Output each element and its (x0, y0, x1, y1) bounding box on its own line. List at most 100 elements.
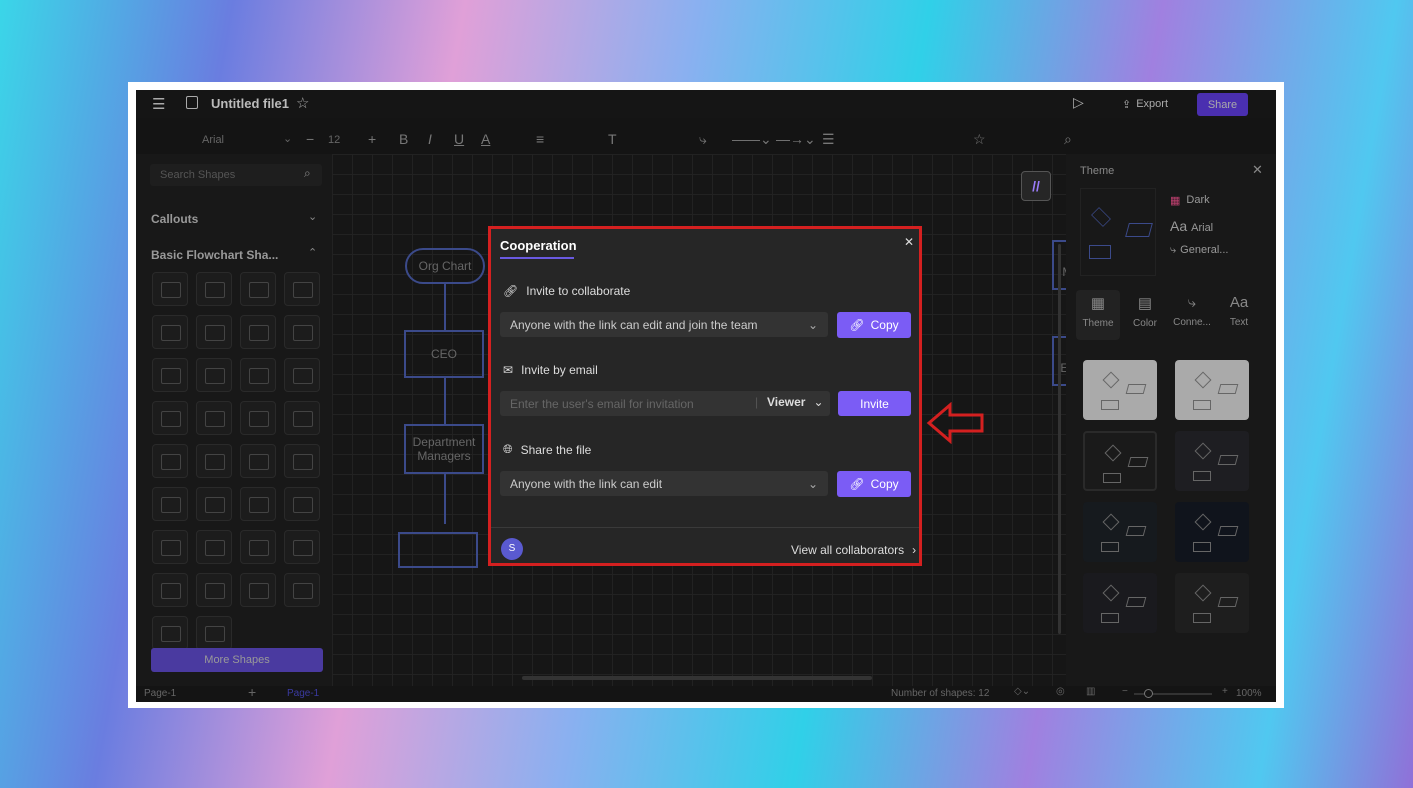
search-shapes-input[interactable]: Search Shapes (150, 164, 322, 186)
shape-item[interactable] (152, 401, 188, 435)
shape-item[interactable] (196, 272, 232, 306)
node-empty[interactable] (398, 532, 478, 568)
zoom-out-icon[interactable]: − (1122, 686, 1128, 697)
share-button[interactable]: Share (1197, 93, 1248, 116)
zoom-slider[interactable] (1134, 689, 1212, 698)
theme-color-item[interactable]: ▦ Dark (1170, 194, 1210, 207)
zoom-in-icon[interactable]: + (1222, 686, 1228, 697)
close-icon[interactable]: ✕ (1252, 162, 1263, 178)
arrow-style-icon[interactable]: —→⌄ (776, 131, 816, 148)
font-size-select[interactable]: 12 (328, 134, 340, 146)
shape-item[interactable] (284, 444, 320, 478)
bold-icon[interactable]: B (399, 131, 408, 147)
play-icon[interactable]: ▷ (1073, 94, 1084, 111)
shape-item[interactable] (152, 530, 188, 564)
shape-item[interactable] (152, 315, 188, 349)
shape-item[interactable] (152, 444, 188, 478)
theme-thumbnail[interactable] (1175, 502, 1249, 562)
shape-item[interactable] (196, 487, 232, 521)
shape-item[interactable] (240, 530, 276, 564)
file-title[interactable]: Untitled file1 (211, 96, 289, 111)
horizontal-scrollbar[interactable] (522, 676, 872, 680)
book-icon[interactable]: ▥ (1086, 686, 1095, 697)
font-select[interactable]: Arial (202, 134, 224, 146)
shape-item[interactable] (152, 272, 188, 306)
zoom-slider-handle[interactable] (1144, 689, 1153, 698)
shape-item[interactable] (196, 616, 232, 650)
theme-connector-item[interactable]: ⤷ General... (1170, 244, 1228, 257)
chevron-down-icon[interactable]: ⌄ (308, 210, 317, 223)
distribute-icon[interactable]: ☰ (822, 131, 835, 148)
section-callouts[interactable]: Callouts (151, 212, 198, 226)
view-all-collaborators-link[interactable]: View all collaborators › (791, 543, 916, 557)
shape-item[interactable] (240, 315, 276, 349)
ai-assistant-icon[interactable]: // (1021, 171, 1051, 201)
theme-thumbnail[interactable] (1083, 502, 1157, 562)
font-color-icon[interactable]: A (481, 131, 490, 147)
shape-item[interactable] (240, 573, 276, 607)
more-shapes-button[interactable]: More Shapes (151, 648, 323, 672)
menu-icon[interactable]: ☰ (152, 95, 165, 113)
theme-tab-2[interactable]: ⤷ Conne... (1170, 290, 1214, 340)
decrease-size-icon[interactable]: − (306, 131, 314, 147)
theme-tab-3[interactable]: Aa Text (1217, 290, 1261, 340)
align-icon[interactable]: ≡ (536, 131, 544, 147)
shape-item[interactable] (152, 573, 188, 607)
shape-item[interactable] (284, 272, 320, 306)
underline-icon[interactable]: U (454, 131, 464, 147)
copy-share-link-button[interactable]: 🔗︎ Copy (837, 471, 911, 497)
shape-item[interactable] (196, 444, 232, 478)
role-select[interactable]: Viewer ⌄ (767, 395, 824, 409)
vertical-scrollbar[interactable] (1058, 244, 1061, 634)
shape-item[interactable] (196, 530, 232, 564)
avatar[interactable]: S (501, 538, 523, 560)
shape-item[interactable] (284, 487, 320, 521)
focus-icon[interactable]: ◎ (1056, 686, 1065, 697)
theme-thumbnail[interactable] (1083, 431, 1157, 491)
export-button[interactable]: ⇪ Export (1122, 94, 1168, 114)
shape-item[interactable] (284, 401, 320, 435)
save-icon[interactable] (186, 96, 198, 109)
connector-icon[interactable]: ⤷ (699, 131, 707, 148)
page-tab[interactable]: Page-1 (287, 688, 319, 699)
theme-tab-0[interactable]: ▦ Theme (1076, 290, 1120, 340)
shape-item[interactable] (284, 358, 320, 392)
shape-item[interactable] (240, 272, 276, 306)
node-org-chart[interactable]: Org Chart (405, 248, 485, 284)
layers-icon[interactable]: ◇⌄ (1014, 686, 1030, 697)
section-basic-flowchart[interactable]: Basic Flowchart Sha... (151, 248, 278, 262)
zoom-level[interactable]: 100% (1236, 688, 1262, 699)
node-ceo[interactable]: CEO (404, 330, 484, 378)
shape-item[interactable] (152, 487, 188, 521)
share-permission-select[interactable]: Anyone with the link can edit ⌄ (500, 471, 828, 496)
node-department-managers[interactable]: Department Managers (404, 424, 484, 474)
theme-thumbnail[interactable] (1175, 360, 1249, 420)
shape-item[interactable] (240, 358, 276, 392)
shape-item[interactable] (196, 315, 232, 349)
theme-thumbnail[interactable] (1083, 360, 1157, 420)
close-icon[interactable]: ✕ (904, 235, 914, 249)
increase-size-icon[interactable]: + (368, 131, 376, 147)
shape-item[interactable] (196, 401, 232, 435)
page-select[interactable]: Page-1 (144, 688, 176, 699)
collab-permission-select[interactable]: Anyone with the link can edit and join t… (500, 312, 828, 337)
shape-item[interactable] (152, 616, 188, 650)
add-page-icon[interactable]: + (248, 684, 256, 700)
dialog-title[interactable]: Cooperation (500, 238, 577, 253)
chevron-down-icon[interactable]: ⌄ (283, 132, 292, 145)
shape-item[interactable] (240, 401, 276, 435)
theme-font-item[interactable]: Aa Arial (1170, 218, 1213, 234)
text-icon[interactable]: T (608, 131, 617, 147)
shape-item[interactable] (240, 444, 276, 478)
shape-item[interactable] (240, 487, 276, 521)
find-icon[interactable]: ⌕ (1064, 131, 1072, 148)
shape-item[interactable] (284, 530, 320, 564)
copy-collab-link-button[interactable]: 🔗︎ Copy (837, 312, 911, 338)
effects-icon[interactable]: ☆ (973, 131, 986, 148)
shape-item[interactable] (152, 358, 188, 392)
italic-icon[interactable]: I (428, 131, 432, 147)
shape-item[interactable] (284, 573, 320, 607)
theme-thumbnail[interactable] (1083, 573, 1157, 633)
theme-thumbnail[interactable] (1175, 431, 1249, 491)
theme-thumbnail[interactable] (1175, 573, 1249, 633)
